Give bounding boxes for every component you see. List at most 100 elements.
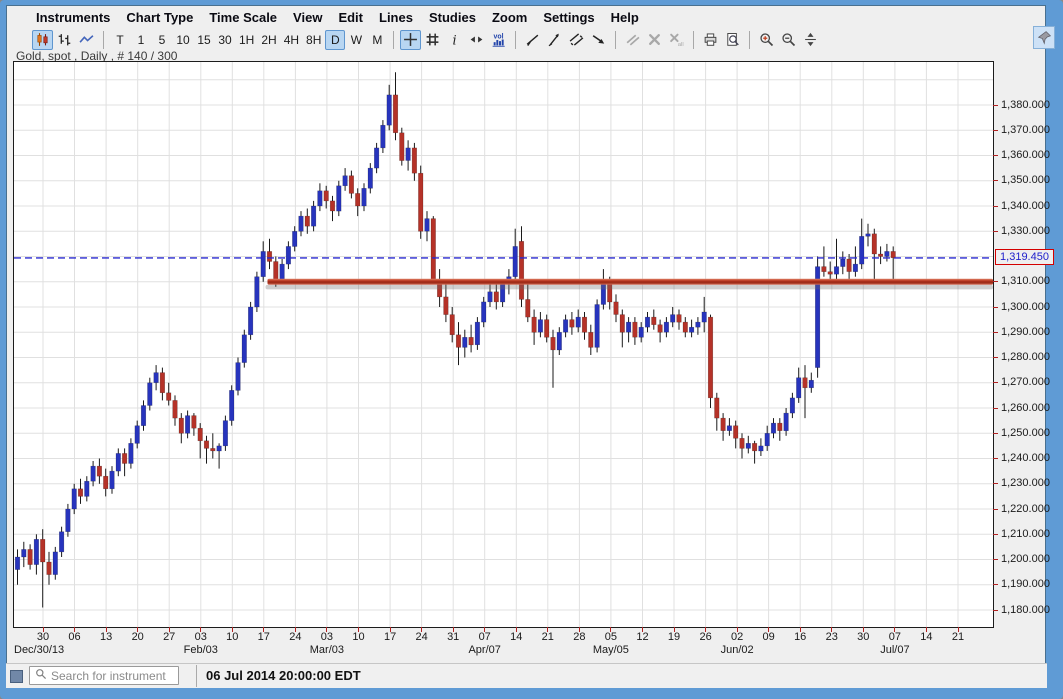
fit-vertical-button[interactable] [800, 30, 821, 50]
trend-line-icon [525, 32, 540, 47]
price-axis-label: 1,280.000 [1001, 351, 1050, 363]
volume-button[interactable]: vol [488, 30, 509, 50]
time-axis-day-label: 02 [723, 631, 751, 643]
candlestick-plot[interactable] [13, 61, 994, 628]
info-icon: i [447, 32, 462, 47]
status-divider [196, 665, 197, 687]
ohlc-bar-chart-button[interactable] [54, 30, 75, 50]
price-axis-tick [993, 382, 998, 383]
menu-time-scale[interactable]: Time Scale [209, 10, 277, 25]
zoom-out-icon [781, 32, 796, 47]
price-axis-tick [993, 584, 998, 585]
timeframe-1-button[interactable]: 1 [131, 30, 151, 50]
time-axis-day-label: 10 [218, 631, 246, 643]
menu-settings[interactable]: Settings [543, 10, 594, 25]
parallel-channel-button[interactable] [566, 30, 587, 50]
info-button[interactable]: i [444, 30, 465, 50]
delete-line-button[interactable] [644, 30, 665, 50]
price-axis-label: 1,300.000 [1001, 301, 1050, 313]
time-axis-day-label: 13 [92, 631, 120, 643]
toolbar-separator [615, 31, 616, 49]
price-axis-label: 1,350.000 [1001, 174, 1050, 186]
time-axis-day-label: 30 [29, 631, 57, 643]
price-axis-label: 1,370.000 [1001, 124, 1050, 136]
time-axis-day-label: 10 [345, 631, 373, 643]
time-axis-day-label: 17 [376, 631, 404, 643]
price-axis-tick [993, 433, 998, 434]
menu-edit[interactable]: Edit [338, 10, 363, 25]
print-icon [703, 32, 718, 47]
price-axis-label: 1,290.000 [1001, 326, 1050, 338]
time-axis-day-label: 12 [629, 631, 657, 643]
timeframe-15-button[interactable]: 15 [194, 30, 214, 50]
pin-button[interactable] [1033, 26, 1055, 49]
trend-line-arrow-button[interactable] [544, 30, 565, 50]
price-axis-label: 1,230.000 [1001, 477, 1050, 489]
trend-line-button[interactable] [522, 30, 543, 50]
price-axis-label: 1,310.000 [1001, 275, 1050, 287]
menu-help[interactable]: Help [611, 10, 639, 25]
zoom-in-button[interactable] [756, 30, 777, 50]
search-placeholder: Search for instrument [51, 669, 166, 683]
ray-arrow-button[interactable] [588, 30, 609, 50]
search-input[interactable]: Search for instrument [29, 666, 179, 685]
timeframe-1H-button[interactable]: 1H [236, 30, 257, 50]
delete-all-lines-button[interactable]: all [666, 30, 687, 50]
timeframe-D-button[interactable]: D [325, 30, 345, 50]
timeframe-8H-button[interactable]: 8H [303, 30, 324, 50]
menu-chart-type[interactable]: Chart Type [126, 10, 193, 25]
timeframe-10-button[interactable]: 10 [173, 30, 193, 50]
timeframe-4H-button[interactable]: 4H [281, 30, 302, 50]
timeframe-W-button[interactable]: W [346, 30, 366, 50]
timeframe-5-button[interactable]: 5 [152, 30, 172, 50]
candlestick-chart-icon [35, 32, 50, 47]
menu-studies[interactable]: Studies [429, 10, 476, 25]
menu-instruments[interactable]: Instruments [36, 10, 110, 25]
price-axis-tick [993, 231, 998, 232]
menu-zoom[interactable]: Zoom [492, 10, 527, 25]
spread-button[interactable] [466, 30, 487, 50]
volume-icon: vol [491, 32, 506, 47]
price-axis-tick [993, 206, 998, 207]
print-button[interactable] [700, 30, 721, 50]
time-axis-day-label: 07 [881, 631, 909, 643]
price-axis-label: 1,210.000 [1001, 528, 1050, 540]
price-axis-tick [993, 155, 998, 156]
parallel-lines-button[interactable] [622, 30, 643, 50]
grid-button[interactable] [422, 30, 443, 50]
price-axis-tick [993, 534, 998, 535]
timeframe-M-button[interactable]: M [367, 30, 387, 50]
trend-line-arrow-icon [547, 32, 562, 47]
zoom-out-button[interactable] [778, 30, 799, 50]
parallel-channel-icon [569, 32, 584, 47]
crosshair-button[interactable] [400, 30, 421, 50]
candlestick-chart-button[interactable] [32, 30, 53, 50]
toolbar-separator [515, 31, 516, 49]
time-axis-day-label: 03 [313, 631, 341, 643]
time-axis[interactable]: 3006132027031017240310172431071421280512… [13, 627, 993, 661]
price-axis-label: 1,220.000 [1001, 503, 1050, 515]
line-chart-button[interactable] [76, 30, 97, 50]
timeframe-30-button[interactable]: 30 [215, 30, 235, 50]
time-axis-month-label: Jun/02 [707, 644, 767, 656]
timeframe-2H-button[interactable]: 2H [258, 30, 279, 50]
menu-lines[interactable]: Lines [379, 10, 413, 25]
menu-view[interactable]: View [293, 10, 322, 25]
trading-app-window: Instruments Chart Type Time Scale View Edit L… [0, 0, 1063, 699]
time-axis-day-label: 27 [155, 631, 183, 643]
time-axis-day-label: 30 [849, 631, 877, 643]
menu-bar: Instruments Chart Type Time Scale View Edit L… [10, 8, 639, 26]
price-axis-tick [993, 307, 998, 308]
ohlc-bar-chart-icon [57, 32, 72, 47]
price-axis-label: 1,240.000 [1001, 452, 1050, 464]
price-axis-label: 1,260.000 [1001, 402, 1050, 414]
price-axis-tick [993, 408, 998, 409]
time-axis-month-label: Feb/03 [171, 644, 231, 656]
parallel-lines-icon [625, 32, 640, 47]
time-axis-day-label: 03 [187, 631, 215, 643]
price-axis[interactable]: 1,380.0001,370.0001,360.0001,350.0001,34… [993, 61, 1053, 627]
print-preview-button[interactable] [722, 30, 743, 50]
timeframe-T-button[interactable]: T [110, 30, 130, 50]
status-square-icon[interactable] [10, 670, 23, 683]
time-axis-day-label: 06 [61, 631, 89, 643]
